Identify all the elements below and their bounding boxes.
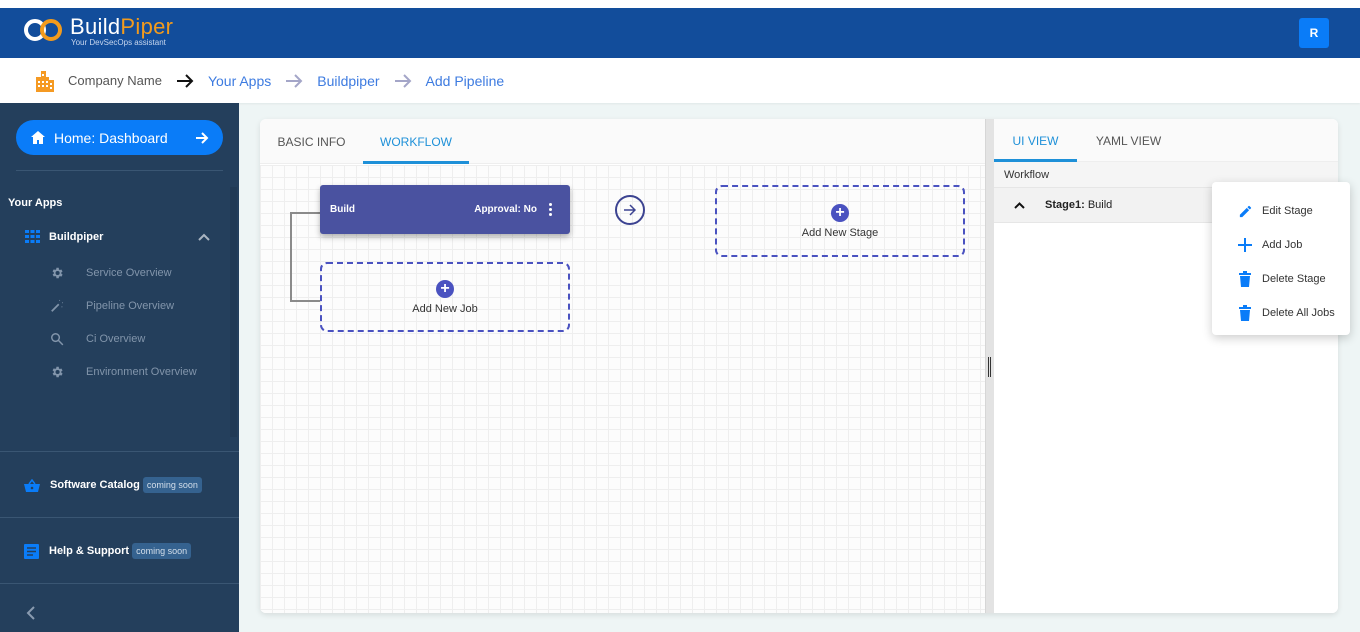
breadcrumb-your-apps[interactable]: Your Apps (208, 73, 271, 89)
sub-item-label: Environment Overview (86, 366, 197, 378)
workflow-canvas[interactable]: Build Approval: No + Add New Job + Add N… (260, 165, 985, 613)
arrow-right-icon (196, 131, 209, 144)
menu-item-label: Delete All Jobs (1262, 307, 1335, 319)
app-header: BuildPiper Your DevSecOps assistant R (0, 8, 1360, 58)
sidebar-item-buildpiper[interactable]: Buildpiper (25, 230, 210, 243)
menu-item-label: Add Job (1262, 239, 1303, 251)
tab-basic-info[interactable]: BASIC INFO (260, 119, 363, 164)
divider (0, 583, 239, 584)
coming-soon-badge: coming soon (142, 477, 202, 493)
document-icon (24, 543, 39, 559)
pipeline-editor-card: BASIC INFO WORKFLOW Build Approval: No +… (260, 119, 1338, 613)
menu-item-delete-all-jobs[interactable]: Delete All Jobs (1212, 296, 1350, 330)
menu-item-label: Delete Stage (1262, 273, 1326, 285)
buildpiper-logo[interactable]: BuildPiper Your DevSecOps assistant (24, 16, 173, 47)
menu-item-add-job[interactable]: Add Job (1212, 228, 1350, 262)
chevron-up-icon[interactable] (198, 233, 210, 241)
add-new-job-button[interactable]: + Add New Job (320, 262, 570, 332)
basket-icon (24, 478, 40, 492)
gear-icon (52, 267, 63, 279)
coming-soon-badge: coming soon (132, 543, 192, 559)
magic-wand-icon (51, 299, 64, 312)
add-new-stage-label: Add New Stage (801, 226, 879, 239)
workflow-pane: BASIC INFO WORKFLOW Build Approval: No +… (260, 119, 985, 613)
logo-subtitle: Your DevSecOps assistant (71, 38, 166, 47)
plus-icon (1237, 237, 1253, 253)
divider (0, 451, 239, 452)
help-support-label: Help & Support (49, 545, 130, 557)
menu-item-edit-stage[interactable]: Edit Stage (1212, 194, 1350, 228)
software-catalog-label: Software Catalog (50, 479, 140, 491)
sidebar-item-pipeline-overview[interactable]: Pipeline Overview (50, 299, 174, 313)
logo-title: BuildPiper (70, 14, 174, 39)
editor-tabs: BASIC INFO WORKFLOW (260, 119, 985, 164)
tab-ui-view[interactable]: UI VIEW (994, 119, 1077, 162)
menu-item-label: Edit Stage (1262, 205, 1313, 217)
job-connector-line (290, 212, 320, 302)
building-icon (36, 70, 54, 92)
menu-item-delete-stage[interactable]: Delete Stage (1212, 262, 1350, 296)
pencil-icon (1237, 203, 1253, 219)
stage-card-build[interactable]: Build Approval: No (320, 185, 570, 234)
plus-circle-icon: + (831, 203, 849, 222)
view-tabs: UI VIEW YAML VIEW (994, 119, 1338, 162)
app-name: Buildpiper (49, 230, 104, 243)
arrow-right-icon (394, 73, 411, 88)
plus-circle-icon: + (436, 279, 454, 298)
tab-yaml-view[interactable]: YAML VIEW (1077, 119, 1180, 162)
sub-item-label: Ci Overview (86, 333, 146, 345)
breadcrumb: Company Name Your Apps Buildpiper Add Pi… (0, 58, 1360, 103)
kebab-menu-icon[interactable] (549, 203, 552, 216)
sidebar-scrollbar[interactable] (230, 187, 237, 437)
divider (0, 517, 239, 518)
infinity-logo-icon (24, 19, 64, 41)
top-strip (0, 0, 1360, 8)
sidebar: Home: Dashboard Your Apps Buildpiper Ser… (0, 103, 239, 632)
sub-item-label: Service Overview (86, 267, 172, 279)
stage-context-menu: Edit Stage Add Job Delete Stage Delete A… (1212, 182, 1350, 335)
user-avatar[interactable]: R (1299, 18, 1329, 48)
chevron-up-icon[interactable] (1014, 201, 1025, 209)
divider (16, 170, 223, 171)
splitter-grip-icon[interactable] (988, 357, 989, 377)
tab-workflow[interactable]: WORKFLOW (363, 119, 469, 164)
breadcrumb-company[interactable]: Company Name (68, 73, 162, 88)
home-dashboard-button[interactable]: Home: Dashboard (16, 120, 223, 155)
trash-icon (1237, 305, 1253, 321)
sidebar-item-software-catalog[interactable]: Software Catalog coming soon (24, 477, 202, 493)
search-icon (51, 333, 64, 346)
home-icon (31, 131, 45, 144)
arrow-right-icon (286, 73, 303, 88)
sidebar-item-service-overview[interactable]: Service Overview (50, 266, 172, 280)
add-new-stage-button[interactable]: + Add New Stage (715, 185, 965, 257)
sidebar-item-environment-overview[interactable]: Environment Overview (50, 365, 197, 379)
home-dashboard-label: Home: Dashboard (54, 129, 168, 146)
add-new-job-label: Add New Job (412, 302, 478, 315)
your-apps-heading: Your Apps (8, 197, 63, 209)
stage-name: Build (330, 204, 355, 215)
stage-row-title: Stage1: Build (1045, 199, 1113, 211)
trash-icon (1237, 271, 1253, 287)
sidebar-item-ci-overview[interactable]: Ci Overview (50, 332, 145, 346)
apps-grid-icon (25, 230, 40, 243)
breadcrumb-buildpiper[interactable]: Buildpiper (317, 73, 379, 89)
pane-splitter[interactable] (985, 119, 994, 613)
chevron-left-icon[interactable] (26, 606, 36, 620)
gear-icon (52, 366, 63, 378)
sub-item-label: Pipeline Overview (86, 300, 175, 312)
arrow-right-circle-icon[interactable] (615, 195, 645, 225)
sidebar-item-help-support[interactable]: Help & Support coming soon (24, 543, 192, 559)
arrow-right-icon (176, 73, 194, 88)
stage-approval-status: Approval: No (474, 204, 537, 215)
breadcrumb-add-pipeline[interactable]: Add Pipeline (426, 73, 505, 89)
splitter-grip-icon[interactable] (990, 357, 991, 377)
